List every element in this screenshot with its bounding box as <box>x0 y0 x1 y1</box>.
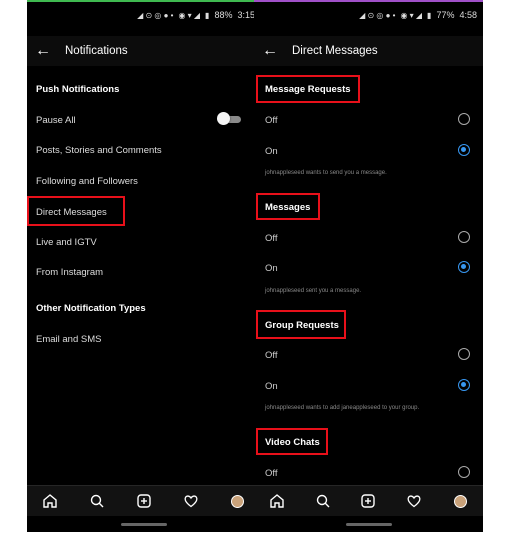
battery-icon: ▮ <box>427 10 432 20</box>
home-indicator[interactable] <box>121 523 167 526</box>
app-bar: ← Direct Messages <box>254 36 483 66</box>
notifications-screen: ◢ ⊙ ◎ ● • ◉ ▾ ◢ ▮ 88% 3:15 ← Notificatio… <box>27 0 261 532</box>
clock: 3:15 <box>237 10 255 20</box>
group-requests-off-radio[interactable] <box>458 348 470 360</box>
profile-avatar-icon[interactable] <box>229 492 247 510</box>
highlight-message-requests <box>256 75 360 103</box>
message-requests-off-radio[interactable] <box>458 113 470 125</box>
message-requests-off-label[interactable]: Off <box>265 115 278 126</box>
battery-level: 88% <box>214 10 233 20</box>
activity-heart-icon[interactable] <box>405 492 423 510</box>
back-arrow-icon[interactable]: ← <box>35 42 55 60</box>
pause-all-toggle-knob[interactable] <box>217 112 230 125</box>
group-requests-on-radio[interactable] <box>458 379 470 391</box>
setting-following-followers[interactable]: Following and Followers <box>36 176 138 187</box>
profile-avatar-icon[interactable] <box>451 492 469 510</box>
notification-status-icons: ◢ ⊙ ◎ ● • <box>359 10 396 20</box>
highlight-video-chats <box>256 428 328 455</box>
notification-status-icons: ◢ ⊙ ◎ ● • <box>137 10 174 20</box>
video-chats-off-label[interactable]: Off <box>265 468 278 479</box>
messages-off-label[interactable]: Off <box>265 233 278 244</box>
back-arrow-icon[interactable]: ← <box>262 42 282 60</box>
battery-icon: ▮ <box>205 10 210 20</box>
message-requests-note: johnappleseed wants to send you a messag… <box>265 170 387 176</box>
add-post-icon[interactable] <box>359 492 377 510</box>
home-icon[interactable] <box>268 492 286 510</box>
add-post-icon[interactable] <box>135 492 153 510</box>
setting-live-igtv[interactable]: Live and IGTV <box>36 237 97 248</box>
setting-posts-stories-comments[interactable]: Posts, Stories and Comments <box>36 145 162 156</box>
setting-from-instagram[interactable]: From Instagram <box>36 267 103 278</box>
messages-note: johnappleseed sent you a message. <box>265 288 362 294</box>
page-title: Notifications <box>65 45 128 57</box>
signal-icons: ◉ ▾ ◢ <box>178 10 201 20</box>
messages-on-label[interactable]: On <box>265 263 278 274</box>
screen-top-strip <box>254 0 483 2</box>
search-icon[interactable] <box>314 492 332 510</box>
highlight-messages <box>256 193 320 220</box>
messages-on-radio[interactable] <box>458 261 470 273</box>
setting-pause-all[interactable]: Pause All <box>36 115 76 126</box>
section-other-notification-types: Other Notification Types <box>36 303 146 314</box>
direct-messages-screen: ◢ ⊙ ◎ ● • ◉ ▾ ◢ ▮ 77% 4:58 ← Direct Mess… <box>254 0 483 532</box>
page-title: Direct Messages <box>292 45 378 57</box>
group-requests-note: johnappleseed wants to add janeappleseed… <box>265 405 420 411</box>
status-bar: ◢ ⊙ ◎ ● • ◉ ▾ ◢ ▮ 88% 3:15 <box>27 7 255 23</box>
home-icon[interactable] <box>41 492 59 510</box>
section-push-notifications: Push Notifications <box>36 84 120 95</box>
app-bar: ← Notifications <box>27 36 261 66</box>
search-icon[interactable] <box>88 492 106 510</box>
screen-top-strip <box>27 0 261 2</box>
messages-off-radio[interactable] <box>458 231 470 243</box>
setting-email-sms[interactable]: Email and SMS <box>36 334 101 345</box>
group-requests-off-label[interactable]: Off <box>265 350 278 361</box>
highlight-group-requests <box>256 310 346 339</box>
bottom-nav <box>254 485 483 516</box>
activity-heart-icon[interactable] <box>182 492 200 510</box>
bottom-nav <box>27 485 261 516</box>
battery-level: 77% <box>436 10 455 20</box>
group-requests-on-label[interactable]: On <box>265 381 278 392</box>
status-bar: ◢ ⊙ ◎ ● • ◉ ▾ ◢ ▮ 77% 4:58 <box>254 7 477 23</box>
video-chats-off-radio[interactable] <box>458 466 470 478</box>
signal-icons: ◉ ▾ ◢ <box>400 10 423 20</box>
clock: 4:58 <box>459 10 477 20</box>
message-requests-on-radio[interactable] <box>458 144 470 156</box>
home-indicator[interactable] <box>346 523 392 526</box>
highlight-direct-messages <box>27 196 125 226</box>
message-requests-on-label[interactable]: On <box>265 146 278 157</box>
